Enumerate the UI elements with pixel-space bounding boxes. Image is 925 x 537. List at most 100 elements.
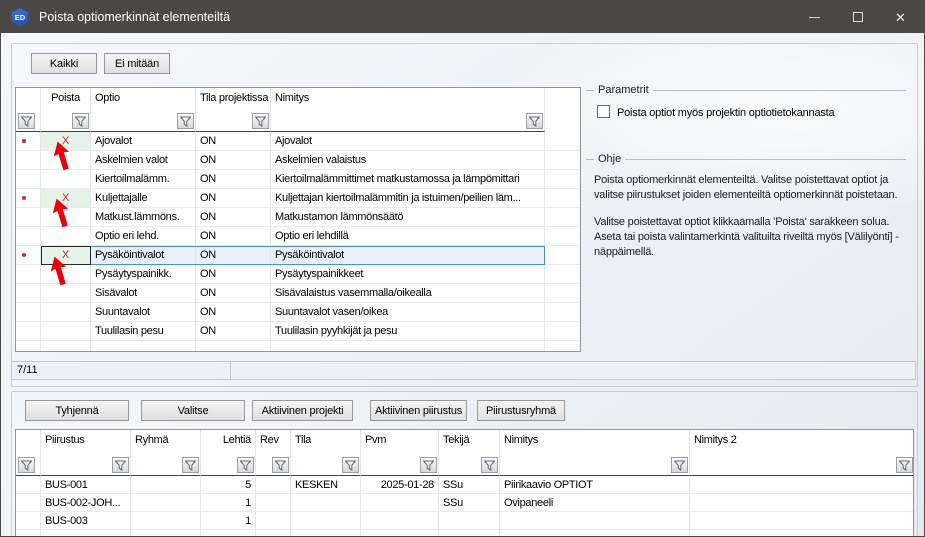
cell-filler[interactable] <box>545 322 581 341</box>
filter-funnel-button[interactable] <box>182 457 199 473</box>
cell-marker[interactable] <box>16 476 41 494</box>
cell-poista[interactable] <box>41 303 91 322</box>
filter-funnel-button[interactable] <box>671 457 688 473</box>
cell-tekija[interactable]: SSu <box>439 494 500 512</box>
cell-poista[interactable] <box>41 322 91 341</box>
filter-cell-tila_projektissa[interactable] <box>196 108 271 132</box>
cell-marker[interactable] <box>16 512 41 530</box>
column-header-nimitys[interactable]: Nimitys <box>500 430 690 450</box>
cell-nimitys[interactable]: Piirikaavio OPTIOT <box>500 476 690 494</box>
filter-funnel-button[interactable] <box>112 457 129 473</box>
filter-cell-optio[interactable] <box>91 108 196 132</box>
cell-ryhma[interactable] <box>131 476 201 494</box>
active-drawing-button[interactable]: Aktiivinen piirustus <box>370 400 467 421</box>
minimize-button[interactable] <box>793 1 836 33</box>
cell-rev[interactable] <box>256 494 291 512</box>
filter-funnel-button[interactable] <box>342 457 359 473</box>
cell-tila_projektissa[interactable]: ON <box>196 265 271 284</box>
filter-funnel-button[interactable] <box>177 113 194 129</box>
cell-ryhma[interactable] <box>131 494 201 512</box>
cell-lehtia[interactable]: 1 <box>201 512 256 530</box>
filter-funnel-button[interactable] <box>72 113 89 129</box>
cell-marker[interactable] <box>16 189 41 208</box>
cell-optio[interactable]: Ajovalot <box>91 132 196 151</box>
cell-marker[interactable] <box>16 151 41 170</box>
filter-funnel-button[interactable] <box>272 457 289 473</box>
cell-filler[interactable] <box>545 189 581 208</box>
filter-cell-pvm[interactable] <box>361 450 439 476</box>
cell-marker[interactable] <box>16 494 41 512</box>
cell-tila_projektissa[interactable]: ON <box>196 189 271 208</box>
cell-filler[interactable] <box>545 151 581 170</box>
filter-funnel-button[interactable] <box>481 457 498 473</box>
cell-optio[interactable]: Optio eri lehd. <box>91 227 196 246</box>
cell-piirustus[interactable]: BUS-003 <box>41 512 131 530</box>
filter-funnel-button[interactable] <box>526 113 543 129</box>
filter-funnel-button[interactable] <box>18 457 35 473</box>
filter-cell-nimitys[interactable] <box>271 108 545 132</box>
filter-cell-marker[interactable] <box>16 108 41 132</box>
cell-nimitys[interactable]: Pysäköintivalot <box>271 246 545 265</box>
cell-nimitys[interactable]: Sisävalaistus vasemmalla/oikealla <box>271 284 545 303</box>
filter-cell-marker[interactable] <box>16 450 41 476</box>
cell-rev[interactable] <box>256 512 291 530</box>
column-header-tila_projektissa[interactable]: Tila projektissa <box>196 88 271 108</box>
cell-tila_projektissa[interactable]: ON <box>196 322 271 341</box>
cell-nimitys[interactable]: Ajovalot <box>271 132 545 151</box>
cell-optio[interactable]: Pysäytyspainikk. <box>91 265 196 284</box>
filter-cell-rev[interactable] <box>256 450 291 476</box>
filter-cell-poista[interactable] <box>41 108 91 132</box>
filter-funnel-button[interactable] <box>18 113 35 129</box>
cell-ryhma[interactable] <box>131 512 201 530</box>
column-header-nimitys2[interactable]: Nimitys 2 <box>690 430 914 450</box>
cell-lehtia[interactable]: 1 <box>201 494 256 512</box>
select-all-button[interactable]: Kaikki <box>31 53 97 74</box>
cell-nimitys2[interactable] <box>690 494 914 512</box>
cell-pvm[interactable]: 2025-01-28 <box>361 476 439 494</box>
column-header-rev[interactable]: Rev <box>256 430 291 450</box>
cell-nimitys[interactable] <box>500 512 690 530</box>
cell-optio[interactable]: Kuljettajalle <box>91 189 196 208</box>
cell-filler[interactable] <box>545 246 581 265</box>
cell-tila_projektissa[interactable]: ON <box>196 303 271 322</box>
column-header-optio[interactable]: Optio <box>91 88 196 108</box>
cell-tila[interactable] <box>291 512 361 530</box>
cell-tila[interactable]: KESKEN <box>291 476 361 494</box>
cell-nimitys[interactable]: Matkustamon lämmönsäätö <box>271 208 545 227</box>
column-header-ryhma[interactable]: Ryhmä <box>131 430 201 450</box>
cell-filler[interactable] <box>545 303 581 322</box>
cell-marker[interactable] <box>16 170 41 189</box>
cell-marker[interactable] <box>16 265 41 284</box>
cell-piirustus[interactable]: BUS-002-JOH... <box>41 494 131 512</box>
close-button[interactable]: ✕ <box>879 1 922 33</box>
drawing-group-button[interactable]: Piirustusryhmä <box>477 400 565 421</box>
cell-pvm[interactable] <box>361 512 439 530</box>
cell-optio[interactable]: Tuulilasin pesu <box>91 322 196 341</box>
cell-nimitys[interactable]: Suuntavalot vasen/oikea <box>271 303 545 322</box>
cell-nimitys[interactable]: Kiertoilmalämmittimet matkustamossa ja l… <box>271 170 545 189</box>
clear-button[interactable]: Tyhjennä <box>25 400 129 421</box>
remove-from-db-checkbox[interactable] <box>597 105 610 118</box>
cell-pvm[interactable] <box>361 494 439 512</box>
cell-nimitys2[interactable] <box>690 512 914 530</box>
select-none-button[interactable]: Ei mitään <box>104 53 170 74</box>
cell-nimitys[interactable]: Pysäytyspainikkeet <box>271 265 545 284</box>
cell-nimitys2[interactable] <box>690 476 914 494</box>
filter-cell-ryhma[interactable] <box>131 450 201 476</box>
cell-tila_projektissa[interactable]: ON <box>196 208 271 227</box>
cell-tila_projektissa[interactable]: ON <box>196 151 271 170</box>
cell-tila_projektissa[interactable]: ON <box>196 132 271 151</box>
cell-optio[interactable]: Suuntavalot <box>91 303 196 322</box>
cell-marker[interactable] <box>16 227 41 246</box>
cell-rev[interactable] <box>256 476 291 494</box>
filter-cell-tekija[interactable] <box>439 450 500 476</box>
filter-cell-lehtia[interactable] <box>201 450 256 476</box>
cell-tila_projektissa[interactable]: ON <box>196 227 271 246</box>
cell-marker[interactable] <box>16 303 41 322</box>
cell-tila_projektissa[interactable]: ON <box>196 170 271 189</box>
filter-cell-piirustus[interactable] <box>41 450 131 476</box>
cell-nimitys[interactable]: Tuulilasin pyyhkijät ja pesu <box>271 322 545 341</box>
cell-nimitys[interactable]: Optio eri lehdillä <box>271 227 545 246</box>
filter-funnel-button[interactable] <box>420 457 437 473</box>
cell-filler[interactable] <box>545 208 581 227</box>
